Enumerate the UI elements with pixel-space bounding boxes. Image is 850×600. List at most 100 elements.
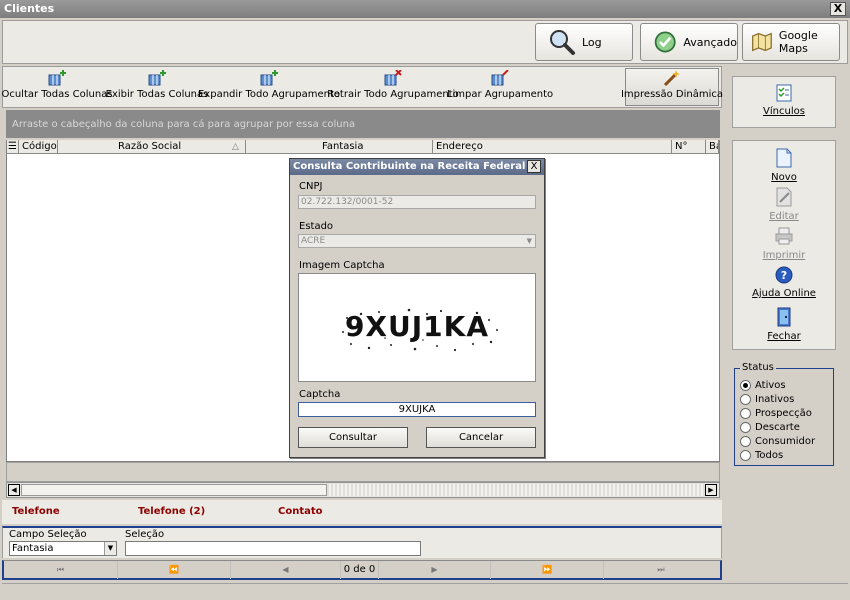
- cancelar-button[interactable]: Cancelar: [426, 427, 536, 448]
- column-header-numero[interactable]: N°: [672, 140, 706, 154]
- imagem-captcha-label: Imagem Captcha: [299, 260, 385, 271]
- vinculos-label: Vínculos: [763, 106, 805, 117]
- retrair-agrupamento-button[interactable]: Retrair Todo Agrupamento: [327, 70, 459, 106]
- scroll-left-icon[interactable]: ◀: [8, 484, 20, 496]
- avancado-button[interactable]: Avançado: [640, 23, 738, 61]
- selecao-input[interactable]: [125, 541, 421, 556]
- estado-value: ACRE: [301, 236, 326, 246]
- horizontal-scrollbar[interactable]: ◀ ▶: [6, 482, 720, 498]
- column-header-bairro[interactable]: Ba: [706, 140, 719, 154]
- exibir-colunas-button[interactable]: Exibir Todas Colunas: [106, 70, 208, 106]
- status-radio-inativos[interactable]: Inativos: [740, 394, 794, 405]
- new-document-icon: [776, 148, 792, 168]
- printer-icon: [775, 227, 793, 245]
- nav-prev-page-icon[interactable]: ⏪: [118, 561, 231, 579]
- captcha-image: 9XUJ1KA: [298, 273, 536, 382]
- scroll-thumb[interactable]: [21, 484, 327, 496]
- limpar-agrupamento-button[interactable]: Limpar Agrupamento: [447, 70, 553, 106]
- scroll-track[interactable]: [327, 484, 705, 496]
- edit-pencil-icon: [776, 187, 792, 207]
- contacts-strip: Telefone Telefone (2) Contato: [2, 500, 722, 524]
- dialog-close-button[interactable]: X: [527, 160, 541, 173]
- cnpj-field[interactable]: 02.722.132/0001-52: [298, 195, 536, 209]
- imprimir-label: Imprimir: [762, 250, 806, 261]
- limpar-label: Limpar Agrupamento: [446, 89, 554, 100]
- nav-first-icon[interactable]: ⏮: [4, 561, 118, 579]
- dropdown-arrow-icon[interactable]: ▼: [104, 542, 116, 555]
- column-header-razao-social[interactable]: Razão Social △: [58, 140, 246, 154]
- novo-button[interactable]: Novo: [735, 148, 833, 183]
- status-radio-ativos[interactable]: Ativos: [740, 380, 786, 391]
- cnpj-label: CNPJ: [299, 181, 323, 192]
- ocultar-label: Ocultar Todas Colunas: [1, 89, 113, 100]
- imprimir-button[interactable]: Imprimir: [735, 226, 833, 261]
- estado-label: Estado: [299, 221, 334, 232]
- nav-last-icon[interactable]: ⏭: [604, 561, 718, 579]
- captcha-label: Captcha: [299, 389, 341, 400]
- status-option-label: Ativos: [755, 380, 786, 391]
- editar-label: Editar: [769, 211, 799, 222]
- retrair-label: Retrair Todo Agrupamento: [327, 89, 459, 100]
- log-button[interactable]: Log: [535, 23, 633, 61]
- expandir-agrupamento-button[interactable]: Expandir Todo Agrupamento: [198, 70, 340, 106]
- svg-text:?: ?: [781, 269, 787, 282]
- status-radio-consumidor[interactable]: Consumidor: [740, 436, 815, 447]
- radio-icon: [740, 436, 751, 447]
- window-title: Clientes: [0, 0, 850, 18]
- group-by-area[interactable]: Arraste o cabeçalho da coluna para cá pa…: [6, 110, 720, 138]
- columns-add-icon: [48, 70, 66, 86]
- column-header-fantasia[interactable]: Fantasia: [246, 140, 433, 154]
- radio-icon: [740, 408, 751, 419]
- nav-prev-icon[interactable]: ◀: [231, 561, 341, 579]
- captcha-image-text: 9XUJ1KA: [344, 310, 490, 343]
- scroll-right-icon[interactable]: ▶: [705, 484, 717, 496]
- status-radio-prospeccao[interactable]: Prospecção: [740, 408, 812, 419]
- estado-dropdown[interactable]: ACRE ▼: [298, 234, 536, 248]
- collapse-group-icon: [384, 70, 402, 86]
- novo-label: Novo: [771, 172, 797, 183]
- help-icon: ?: [775, 266, 793, 284]
- status-radio-todos[interactable]: Todos: [740, 450, 783, 461]
- status-option-label: Descarte: [755, 422, 800, 433]
- globe-check-icon: [654, 31, 676, 53]
- contato-label: Contato: [278, 506, 323, 517]
- checklist-icon: [776, 84, 792, 102]
- grid-footer: [6, 462, 720, 482]
- filter-strip: Campo Seleção Fantasia ▼ Seleção: [2, 526, 722, 558]
- magnifier-icon: [550, 30, 575, 55]
- editar-button[interactable]: Editar: [735, 187, 833, 222]
- log-label: Log: [582, 35, 602, 49]
- fechar-button[interactable]: Fechar: [735, 307, 833, 342]
- campo-selecao-dropdown[interactable]: Fantasia ▼: [9, 541, 117, 556]
- consultar-button[interactable]: Consultar: [298, 427, 408, 448]
- ajuda-online-button[interactable]: ? Ajuda Online: [735, 266, 833, 299]
- column-chooser-icon[interactable]: ☰: [7, 140, 19, 154]
- radio-icon: [740, 422, 751, 433]
- window-close-button[interactable]: X: [830, 2, 846, 16]
- radio-icon: [740, 394, 751, 405]
- ocultar-colunas-button[interactable]: Ocultar Todas Colunas: [1, 70, 113, 106]
- nav-next-icon[interactable]: ▶: [379, 561, 491, 579]
- impressao-label: Impressão Dinâmica: [620, 89, 724, 100]
- captcha-input[interactable]: 9XUJKA: [298, 402, 536, 417]
- exibir-label: Exibir Todas Colunas: [105, 89, 209, 100]
- avancado-label: Avançado: [683, 35, 737, 49]
- ajuda-label: Ajuda Online: [752, 288, 816, 299]
- nav-next-page-icon[interactable]: ⏩: [491, 561, 604, 579]
- column-header-endereco[interactable]: Endereço: [433, 140, 672, 154]
- sort-ascending-icon: △: [232, 142, 239, 152]
- dialog-title: Consulta Contribuinte na Receita Federal: [290, 159, 544, 175]
- status-option-label: Consumidor: [755, 436, 816, 447]
- vinculos-button[interactable]: Vínculos: [735, 84, 833, 117]
- status-radio-descarte[interactable]: Descarte: [740, 422, 800, 433]
- column-header-codigo[interactable]: Código: [19, 140, 58, 154]
- radio-icon: [740, 450, 751, 461]
- status-option-label: Prospecção: [755, 408, 812, 419]
- magic-wand-icon: [663, 70, 680, 86]
- campo-selecao-value: Fantasia: [12, 543, 54, 554]
- google-maps-button[interactable]: Google Maps: [742, 23, 840, 61]
- google-maps-label: Google Maps: [778, 29, 818, 55]
- clear-group-icon: [491, 70, 509, 86]
- status-legend: Status: [740, 362, 776, 373]
- status-bar: [2, 583, 848, 598]
